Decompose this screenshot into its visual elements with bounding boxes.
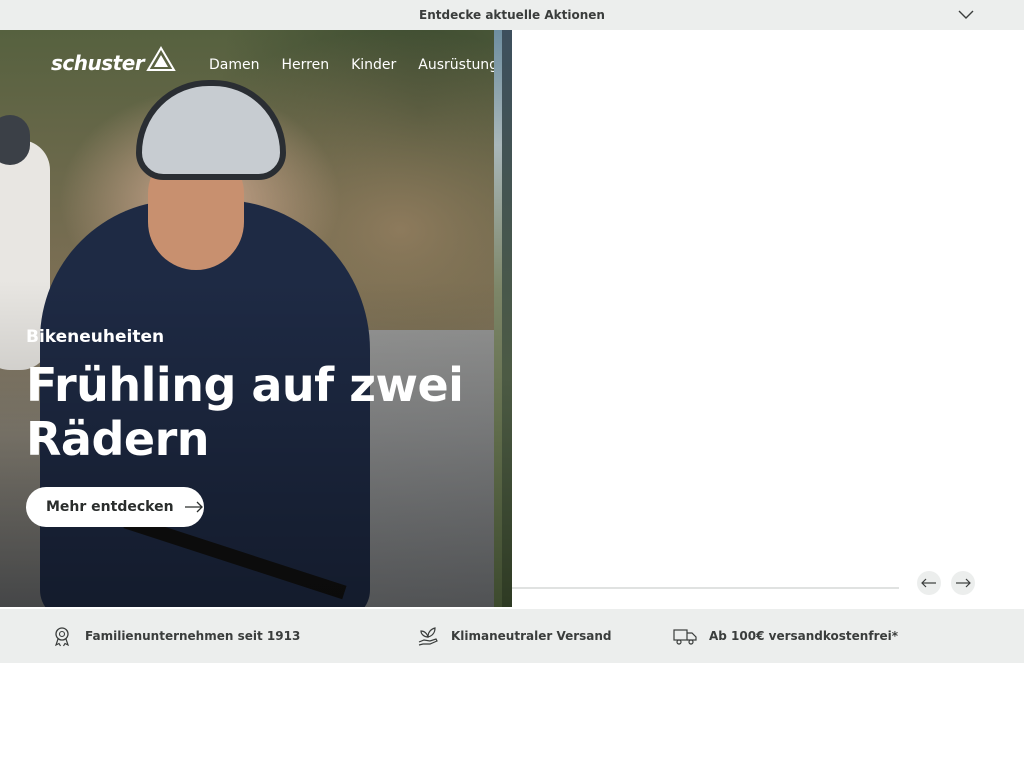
- main-nav: Damen Herren Kinder Ausrüstung: [209, 57, 498, 73]
- brand-logo[interactable]: schuster: [51, 46, 176, 76]
- hero-image-rider-left-helmet: [0, 115, 30, 165]
- nav-item-damen[interactable]: Damen: [209, 57, 259, 73]
- truck-icon: [673, 629, 697, 645]
- nav-item-kinder[interactable]: Kinder: [351, 57, 396, 73]
- arrow-right-icon[interactable]: [184, 501, 204, 513]
- usp-bar: Familienunternehmen seit 1913 Klimaneutr…: [0, 609, 1024, 663]
- usp-text-family: Familienunternehmen seit 1913: [85, 629, 301, 643]
- usp-text-climate: Klimaneutraler Versand: [451, 629, 612, 643]
- nav-item-herren[interactable]: Herren: [281, 57, 329, 73]
- promo-bar[interactable]: Entdecke aktuelle Aktionen: [0, 0, 1024, 30]
- mountain-logo-icon[interactable]: [146, 46, 176, 76]
- arrow-left-icon[interactable]: [921, 578, 937, 588]
- promo-text[interactable]: Entdecke aktuelle Aktionen: [419, 8, 605, 22]
- award-icon: [54, 627, 70, 647]
- slider-prev-button[interactable]: [917, 571, 941, 595]
- slider-next-button[interactable]: [951, 571, 975, 595]
- next-slide-peek[interactable]: [494, 30, 512, 607]
- leaf-hand-icon: [418, 627, 438, 646]
- usp-item-climate: Klimaneutraler Versand: [417, 609, 612, 663]
- hero-cta-label[interactable]: Mehr entdecken: [46, 499, 174, 515]
- usp-text-shipping: Ab 100€ versandkostenfrei*: [709, 629, 899, 643]
- next-slide-image: [502, 30, 512, 607]
- hero-title: Frühling auf zwei Rädern: [26, 358, 464, 466]
- slider-progress-track: [512, 587, 899, 589]
- usp-item-shipping: Ab 100€ versandkostenfrei*: [673, 609, 898, 663]
- usp-item-family: Familienunternehmen seit 1913: [51, 609, 300, 663]
- logo-wordmark[interactable]: schuster: [51, 51, 145, 75]
- hero-image-rider-helmet: [136, 80, 286, 180]
- chevron-down-icon[interactable]: [958, 9, 974, 21]
- hero-eyebrow: Bikeneuheiten: [26, 327, 165, 347]
- hero-cta-button[interactable]: Mehr entdecken: [26, 487, 204, 527]
- arrow-right-icon[interactable]: [955, 578, 971, 588]
- nav-item-ausruestung[interactable]: Ausrüstung: [418, 57, 498, 73]
